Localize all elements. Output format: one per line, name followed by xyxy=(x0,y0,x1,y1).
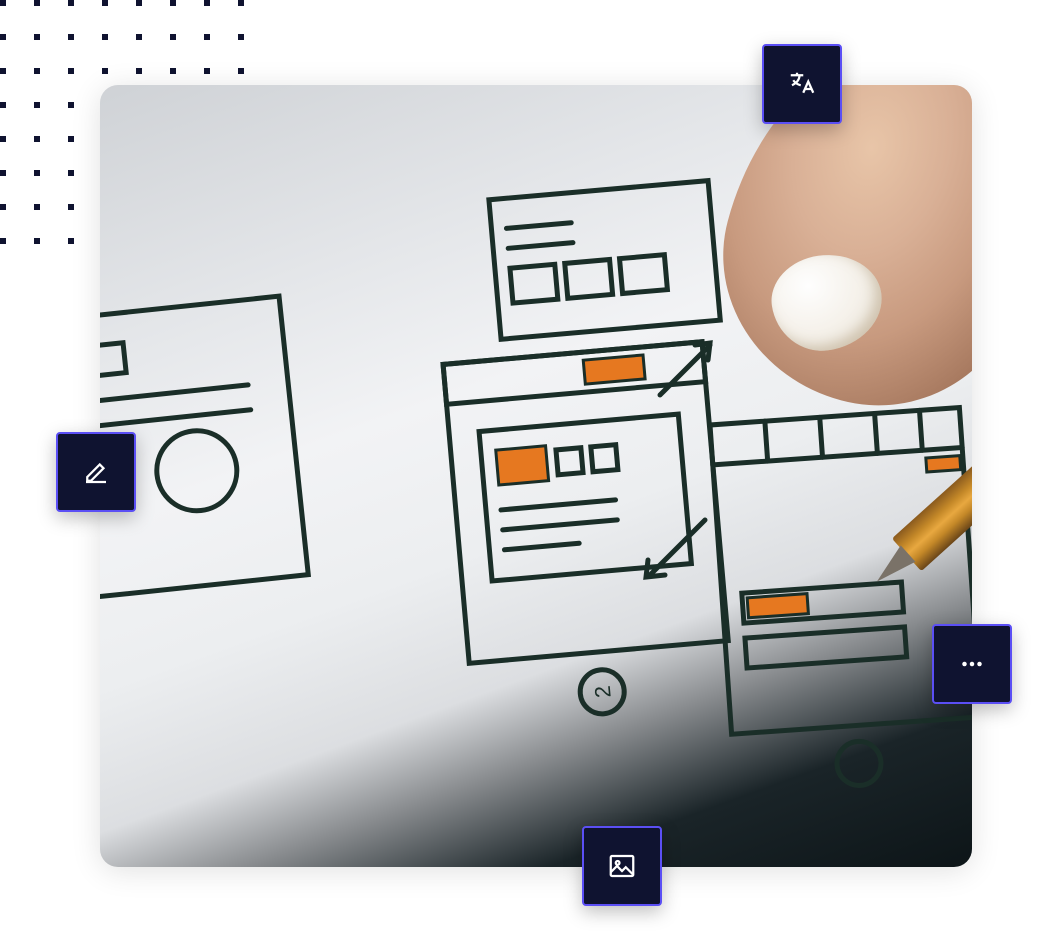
edit-icon xyxy=(81,457,111,487)
decoration-dot xyxy=(238,0,244,6)
decoration-dot xyxy=(68,136,74,142)
svg-text:2: 2 xyxy=(590,685,616,699)
decoration-dot xyxy=(34,0,40,6)
decoration-dot xyxy=(68,102,74,108)
image-tile[interactable] xyxy=(582,826,662,906)
more-icon xyxy=(957,649,987,679)
decoration-dot xyxy=(204,34,210,40)
decoration-dot xyxy=(102,34,108,40)
decoration-dot xyxy=(34,136,40,142)
decoration-dot xyxy=(34,68,40,74)
decoration-dot xyxy=(102,68,108,74)
decoration-dot xyxy=(34,238,40,244)
decoration-dot xyxy=(170,34,176,40)
decoration-dot xyxy=(136,68,142,74)
decoration-dot xyxy=(0,102,6,108)
decoration-dot xyxy=(170,0,176,6)
translate-tile[interactable] xyxy=(762,44,842,124)
decoration-dot xyxy=(68,204,74,210)
decoration-dot xyxy=(0,0,6,6)
decoration-dot xyxy=(204,68,210,74)
decoration-dot xyxy=(0,238,6,244)
wireframe-sketch-photo: 2 xyxy=(100,85,972,867)
decoration-dot xyxy=(68,170,74,176)
decoration-dot xyxy=(0,68,6,74)
decoration-dot xyxy=(0,170,6,176)
decoration-dot xyxy=(102,0,108,6)
decoration-dot xyxy=(0,136,6,142)
decoration-dot xyxy=(0,204,6,210)
decoration-dot xyxy=(204,0,210,6)
decoration-dot xyxy=(170,68,176,74)
more-options-tile[interactable] xyxy=(932,624,1012,704)
decoration-dot xyxy=(34,102,40,108)
paper-surface: 2 xyxy=(100,85,972,867)
decoration-dot xyxy=(68,34,74,40)
decoration-dot xyxy=(68,0,74,6)
decoration-dot xyxy=(68,238,74,244)
decoration-dot xyxy=(136,34,142,40)
decoration-dot xyxy=(34,34,40,40)
edit-tile[interactable] xyxy=(56,432,136,512)
decoration-dot xyxy=(34,204,40,210)
decoration-dot xyxy=(136,0,142,6)
decoration-dot xyxy=(68,68,74,74)
image-icon xyxy=(607,851,637,881)
decoration-dot xyxy=(238,34,244,40)
decoration-dot xyxy=(0,34,6,40)
decoration-dot xyxy=(238,68,244,74)
decoration-dot xyxy=(34,170,40,176)
translate-icon xyxy=(787,69,817,99)
